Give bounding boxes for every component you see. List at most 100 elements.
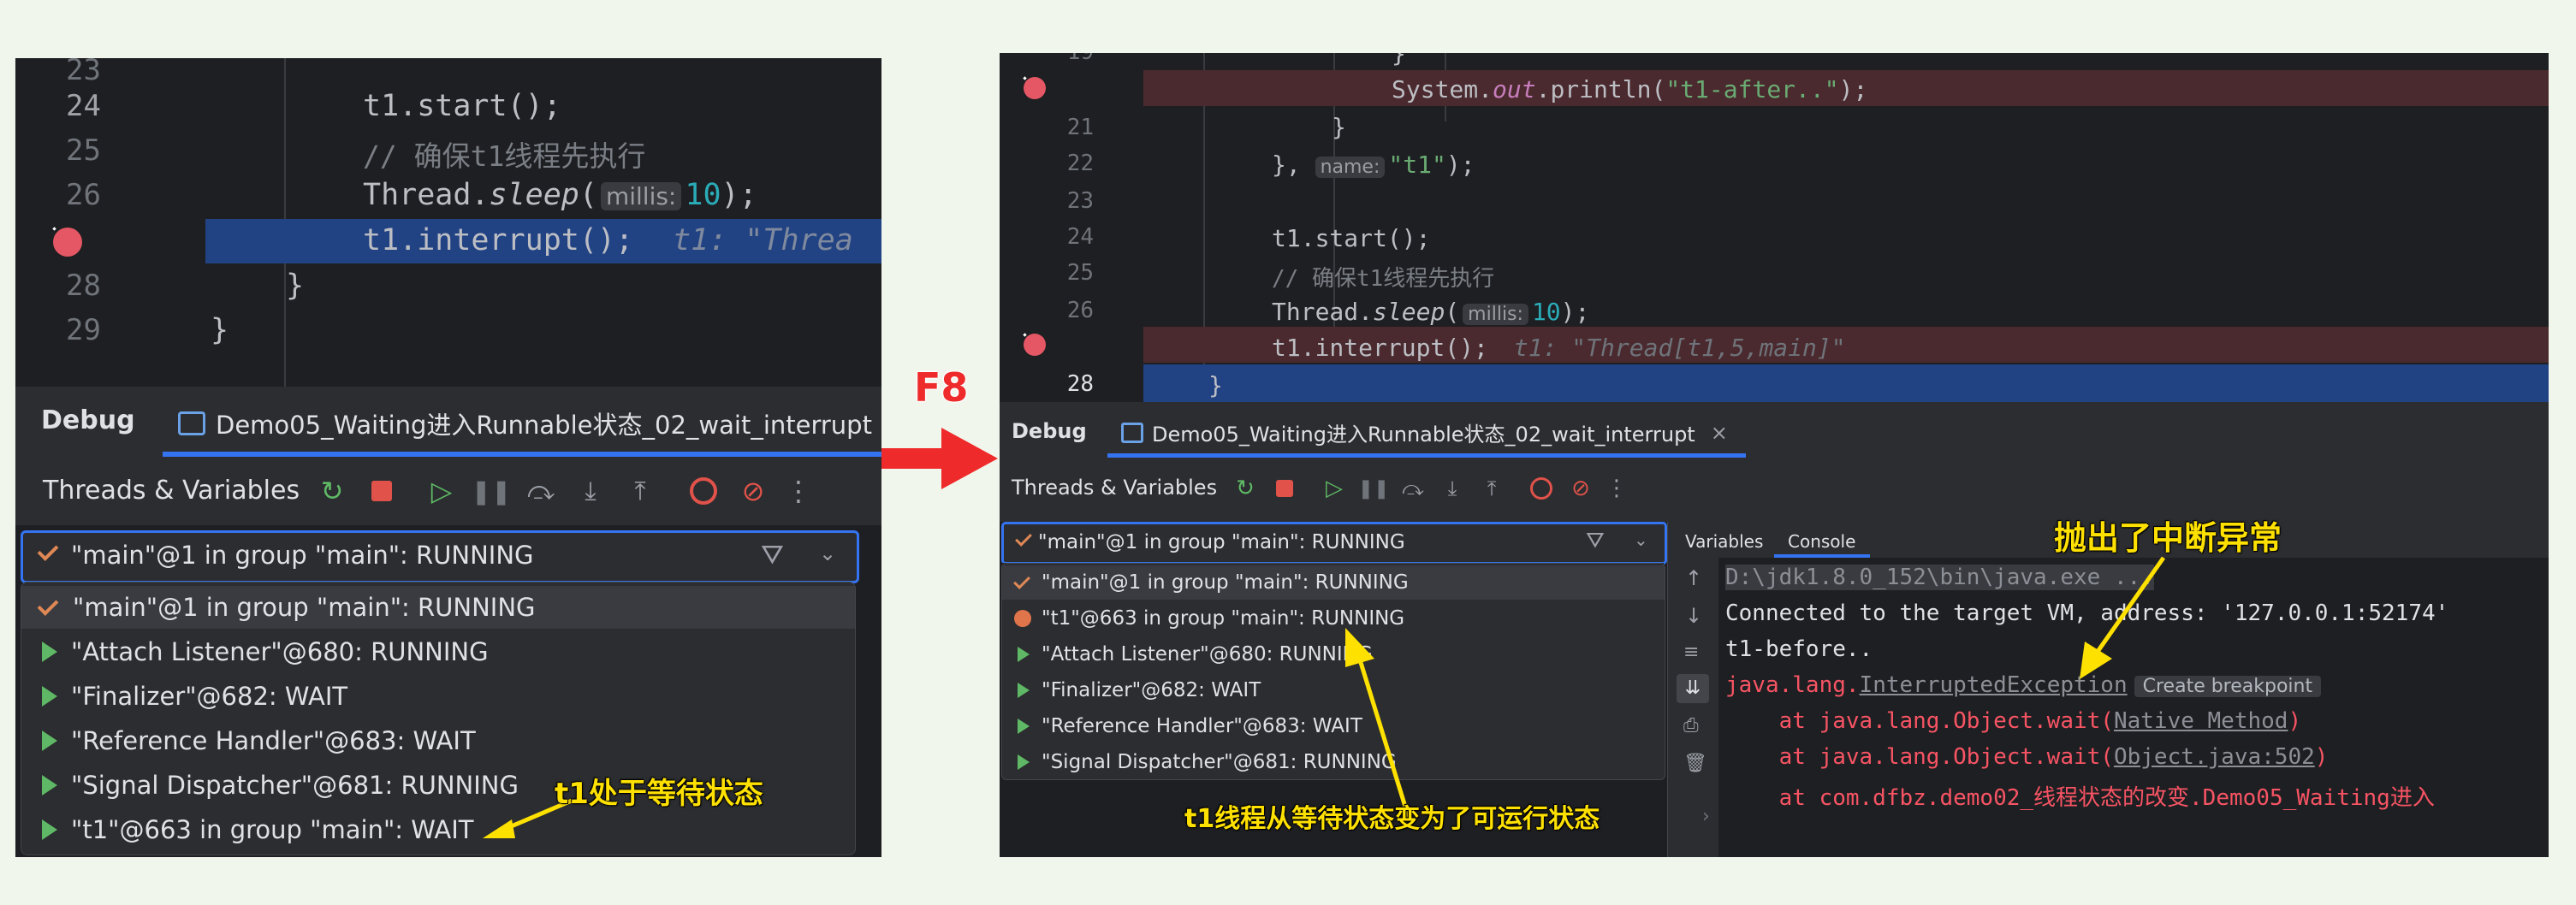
stack-link[interactable]: Object.java:502 bbox=[2114, 744, 2315, 770]
thread-item[interactable]: "main"@1 in group "main": RUNNING bbox=[1002, 565, 1665, 600]
thread-label: "t1"@663 in group "main": WAIT bbox=[71, 815, 474, 844]
console-toolbar: ↑ ↓ ≡ ⇊ ⎙ 🗑 › bbox=[1667, 558, 1719, 857]
threads-variables-label: Threads & Variables bbox=[43, 476, 300, 506]
thread-item[interactable]: "main"@1 in group "main": RUNNING bbox=[21, 586, 855, 629]
arrow-down-icon[interactable]: ↓ bbox=[1685, 604, 1702, 628]
console-line: java.lang.InterruptedException Create bre… bbox=[1725, 672, 2322, 698]
debug-label: Debug bbox=[1012, 419, 1087, 443]
thread-dropdown: "main"@1 in group "main": RUNNING "t1"@6… bbox=[1001, 563, 1665, 780]
thread-label: "Reference Handler"@683: WAIT bbox=[1042, 715, 1362, 737]
play-icon bbox=[1018, 683, 1030, 698]
exception-prefix: java.lang. bbox=[1725, 672, 1860, 698]
stack-link[interactable]: Native Method bbox=[2114, 708, 2288, 734]
filter-icon[interactable]: ⛛ bbox=[1586, 528, 1605, 554]
tab-variables[interactable]: Variables bbox=[1685, 531, 1763, 552]
thread-item[interactable]: "Finalizer"@682: WAIT bbox=[21, 675, 855, 718]
code-text: .println( bbox=[1535, 75, 1666, 104]
thread-selector[interactable]: "main"@1 in group "main": RUNNING ⛛ ⌄ bbox=[21, 530, 859, 583]
active-tab-indicator bbox=[1107, 453, 1746, 458]
filter-icon[interactable]: ⛛ bbox=[761, 538, 784, 571]
step-over-icon[interactable]: ⤼ bbox=[1398, 474, 1427, 503]
annotation-arrow bbox=[2080, 556, 2166, 679]
mute-breakpoints-icon[interactable]: ⊘ bbox=[1566, 474, 1595, 503]
code-line-19: } bbox=[1392, 53, 1406, 68]
pause-icon[interactable]: ❚❚ bbox=[1358, 474, 1390, 503]
thread-item[interactable]: "Finalizer"@682: WAIT bbox=[1002, 673, 1665, 707]
line-number: 25 bbox=[1066, 260, 1094, 286]
stack-frame: at java.lang.Object.wait( bbox=[1725, 708, 2114, 734]
more-options-icon[interactable]: ⋮ bbox=[1606, 474, 1628, 503]
code-line-26: Thread.sleep(millis: 10); bbox=[363, 178, 757, 212]
line-number: 24 bbox=[1066, 224, 1094, 250]
session-tab[interactable]: Demo05_Waiting进入Runnable状态_02_wait_inter… bbox=[178, 405, 872, 441]
session-tab-label: Demo05_Waiting进入Runnable状态_02_wait_inter… bbox=[1152, 423, 1695, 447]
mute-breakpoints-icon[interactable]: ⊘ bbox=[736, 474, 770, 508]
print-icon[interactable]: ⎙ bbox=[1683, 715, 1699, 736]
play-icon bbox=[1018, 719, 1030, 734]
code-line-22: }, name: "t1"); bbox=[1272, 151, 1475, 179]
more-options-icon[interactable]: ⋮ bbox=[785, 474, 812, 508]
chevron-down-icon[interactable]: ⌄ bbox=[819, 541, 836, 565]
pause-icon[interactable]: ❚❚ bbox=[472, 474, 512, 508]
left-screenshot: 23 24 25 26 28 29 t1.start(); // 确保t1线程先… bbox=[15, 58, 881, 857]
code-text: }, bbox=[1272, 151, 1315, 179]
code-line-20: System.out.println("t1-after.."); bbox=[1392, 75, 1867, 104]
thread-label: "main"@1 in group "main": RUNNING bbox=[73, 593, 536, 622]
play-icon bbox=[42, 775, 57, 796]
code-text: ( bbox=[579, 178, 597, 212]
step-out-icon[interactable]: ⤒ bbox=[623, 474, 657, 508]
view-breakpoints-icon[interactable] bbox=[1527, 474, 1556, 503]
tab-console[interactable]: Console bbox=[1788, 531, 1855, 552]
line-number: 28 bbox=[66, 269, 101, 303]
stop-icon[interactable] bbox=[1270, 474, 1299, 503]
thread-item[interactable]: "Signal Dispatcher"@681: RUNNING bbox=[1002, 745, 1665, 779]
code-line-29: } bbox=[211, 313, 229, 347]
step-into-icon[interactable]: ⤓ bbox=[573, 474, 608, 508]
app-icon bbox=[178, 411, 205, 435]
thread-item[interactable]: "t1"@663 in group "main": RUNNING bbox=[1002, 601, 1665, 636]
breakpoint-icon[interactable] bbox=[1024, 77, 1046, 99]
view-breakpoints-icon[interactable] bbox=[686, 474, 721, 508]
trash-icon[interactable]: 🗑 bbox=[1683, 753, 1707, 774]
step-out-icon[interactable]: ⤒ bbox=[1477, 474, 1506, 503]
annotation-text: t1线程从等待状态变为了可运行状态 bbox=[1184, 804, 1600, 834]
thread-item[interactable]: "Reference Handler"@683: WAIT bbox=[21, 719, 855, 762]
thread-selector[interactable]: "main"@1 in group "main": RUNNING ⛛ ⌄ bbox=[1001, 522, 1667, 565]
close-icon[interactable]: × bbox=[1711, 421, 1728, 445]
param-hint: name: bbox=[1315, 157, 1386, 178]
thread-item[interactable]: "t1"@663 in group "main": WAIT bbox=[21, 808, 855, 851]
chevron-down-icon[interactable]: ⌄ bbox=[1634, 529, 1648, 550]
orange-dot-icon bbox=[1014, 610, 1031, 627]
code-line-21: } bbox=[1332, 113, 1346, 141]
transition-arrow bbox=[881, 428, 998, 489]
rerun-icon[interactable]: ↻ bbox=[315, 474, 349, 508]
resume-icon[interactable]: ▷ bbox=[424, 474, 459, 508]
step-over-icon[interactable]: ⤼ bbox=[524, 474, 558, 508]
code-string: "t1" bbox=[1388, 151, 1446, 179]
soft-wrap-icon[interactable]: ≡ bbox=[1683, 642, 1699, 663]
thread-item[interactable]: "Attach Listener"@680: RUNNING bbox=[1002, 637, 1665, 671]
arrow-up-icon[interactable]: ↑ bbox=[1685, 566, 1702, 590]
rerun-icon[interactable]: ↻ bbox=[1231, 474, 1260, 503]
code-method: sleep bbox=[489, 178, 579, 212]
chevron-right-icon[interactable]: › bbox=[1702, 806, 1710, 827]
code-editor: 23 24 25 26 28 29 t1.start(); // 确保t1线程先… bbox=[15, 58, 881, 387]
play-icon bbox=[1018, 754, 1030, 770]
line-number: 21 bbox=[1066, 115, 1094, 140]
step-into-icon[interactable]: ⤓ bbox=[1438, 474, 1467, 503]
thread-item[interactable]: "Attach Listener"@680: RUNNING bbox=[21, 630, 855, 673]
thread-label: "main"@1 in group "main": RUNNING bbox=[1042, 571, 1409, 594]
code-line-25: // 确保t1线程先执行 bbox=[1272, 266, 1495, 292]
thread-item[interactable]: "Reference Handler"@683: WAIT bbox=[1002, 709, 1665, 743]
breakpoint-icon[interactable] bbox=[53, 228, 82, 257]
stop-icon[interactable] bbox=[365, 474, 399, 508]
resume-icon[interactable]: ▷ bbox=[1320, 474, 1349, 503]
thread-dropdown: "main"@1 in group "main": RUNNING "Attac… bbox=[21, 582, 856, 855]
line-number: 29 bbox=[66, 313, 101, 347]
code-number: 10 bbox=[685, 178, 721, 212]
session-tab[interactable]: Demo05_Waiting进入Runnable状态_02_wait_inter… bbox=[1121, 417, 1728, 447]
breakpoint-icon[interactable] bbox=[1024, 334, 1046, 356]
console-line: t1-before.. bbox=[1725, 636, 1873, 662]
code-method: sleep bbox=[1373, 298, 1445, 326]
scroll-to-end-icon[interactable]: ⇊ bbox=[1677, 674, 1709, 703]
